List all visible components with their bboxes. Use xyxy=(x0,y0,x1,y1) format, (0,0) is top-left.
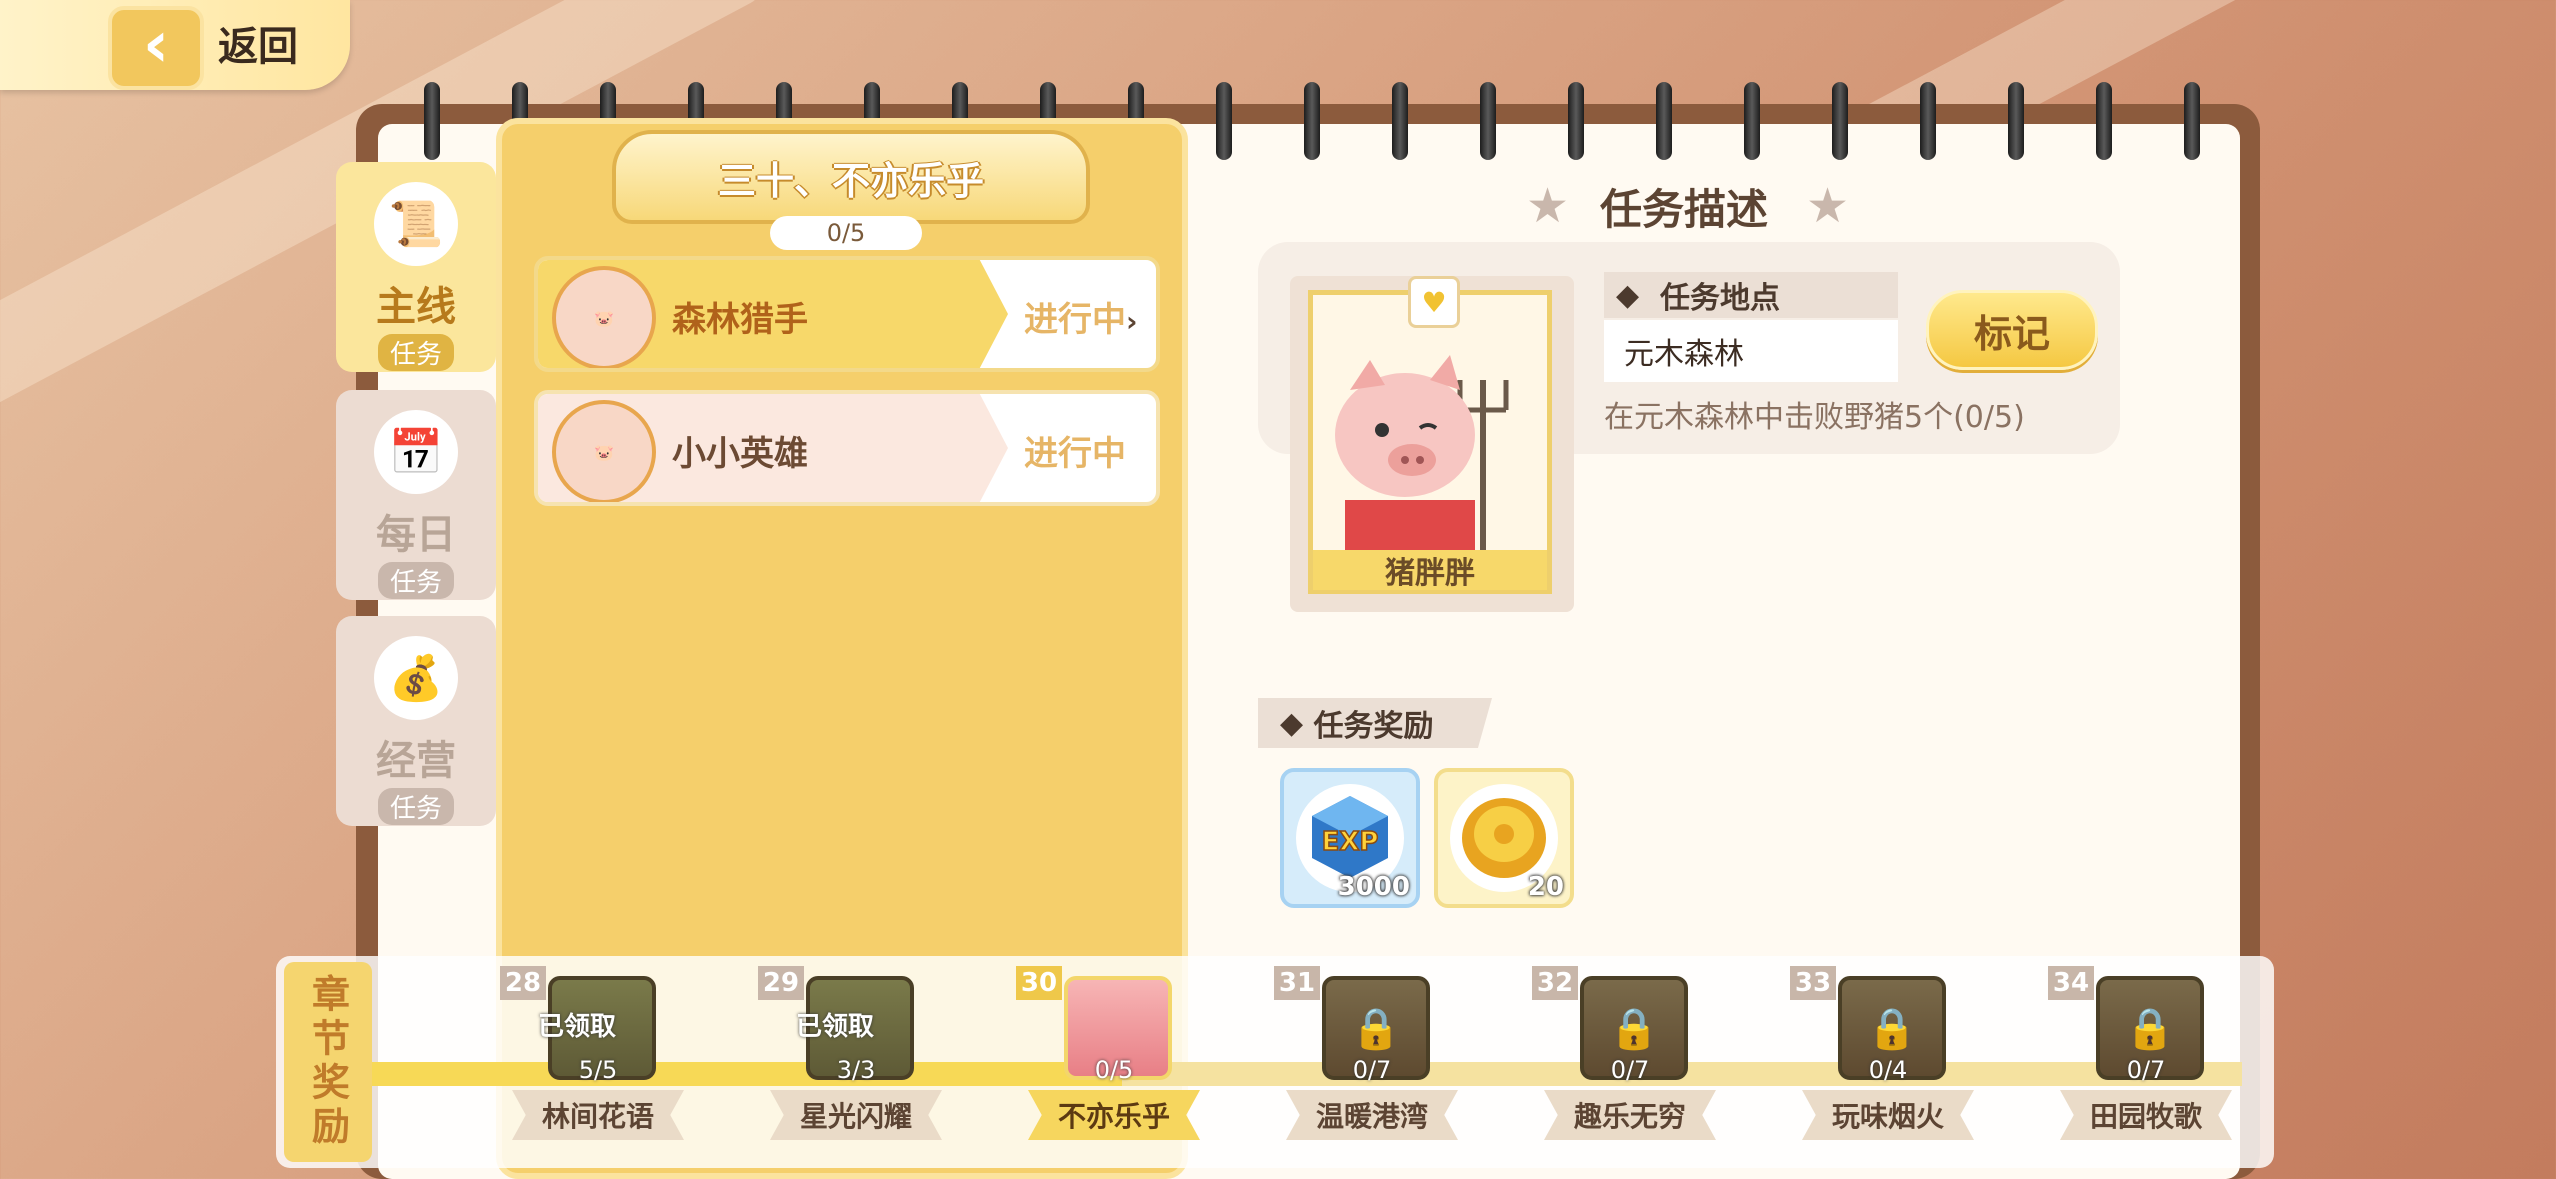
mark-button[interactable]: 标记 xyxy=(1926,290,2098,370)
tab-title: 经营 xyxy=(376,738,456,784)
tab-sub: 任务 xyxy=(377,562,454,599)
chapter-title: 三十、不亦乐乎 xyxy=(612,130,1090,224)
pig-farmer-icon xyxy=(1335,355,1509,550)
chapter-name: 玩味烟火 xyxy=(1802,1090,1974,1140)
reward-gold[interactable]: 20 xyxy=(1434,768,1574,908)
scroll-star-icon: 📜 xyxy=(374,182,458,266)
chapter-reward-item[interactable]: 31 🔒 0/7 温暖港湾 xyxy=(1274,966,1478,1166)
binder-ring xyxy=(1832,82,1848,160)
chapter-reward-item[interactable]: 28 已领取 5/5 林间花语 xyxy=(500,966,704,1166)
quest-name: 森林猎手 xyxy=(672,300,808,340)
reward-exp[interactable]: EXP 3000 xyxy=(1280,768,1420,908)
location-header: ◆ 任务地点 xyxy=(1604,272,1898,318)
heart-icon: ♥ xyxy=(1408,276,1460,328)
claimed-label: 已领取 xyxy=(796,1012,875,1042)
chapter-name: 林间花语 xyxy=(512,1090,684,1140)
detail-title: 任务描述 xyxy=(1600,185,1769,234)
chapter-number: 29 xyxy=(758,966,804,1000)
lock-icon: 🔒 xyxy=(1351,1005,1401,1052)
chapter-reward-item[interactable]: 32 🔒 0/7 趣乐无穷 xyxy=(1532,966,1736,1166)
binder-ring xyxy=(1480,82,1496,160)
binder-ring xyxy=(1568,82,1584,160)
lock-icon: 🔒 xyxy=(1609,1005,1659,1052)
chapter-number: 34 xyxy=(2048,966,2094,1000)
pig-avatar-icon: 🐷 xyxy=(552,400,656,502)
chapter-progress: 3/3 xyxy=(836,1056,876,1084)
back-label: 返回 xyxy=(218,24,298,70)
binder-ring xyxy=(2096,82,2112,160)
chapter-name: 田园牧歌 xyxy=(2060,1090,2232,1140)
chapter-reward-item[interactable]: 34 🔒 0/7 田园牧歌 xyxy=(2048,966,2252,1166)
chapter-progress: 0/7 xyxy=(1610,1056,1650,1084)
tab-title: 每日 xyxy=(376,512,456,558)
chapter-name: 温暖港湾 xyxy=(1286,1090,1458,1140)
chapter-number: 32 xyxy=(1532,966,1578,1000)
quest-item-little-hero[interactable]: 🐷 小小英雄 进行中 xyxy=(534,390,1160,506)
binder-ring xyxy=(1304,82,1320,160)
quest-description: 在元木森林中击败野猪5个(0/5) xyxy=(1604,400,2025,435)
reward-count: 3000 xyxy=(1337,872,1410,902)
tab-title: 主线 xyxy=(376,284,456,330)
binder-ring xyxy=(1920,82,1936,160)
location-value: 元木森林 xyxy=(1604,320,1898,382)
chapter-progress: 0/7 xyxy=(1352,1056,1392,1084)
chapter-reward-item[interactable]: 33 🔒 0/4 玩味烟火 xyxy=(1790,966,1994,1166)
chapter-progress: 0/5 xyxy=(1094,1056,1134,1084)
chapter-name: 不亦乐乎 xyxy=(1028,1090,1200,1140)
npc-name: 猪胖胖 xyxy=(1313,550,1547,591)
chapter-progress: 5/5 xyxy=(578,1056,618,1084)
calendar-check-icon: 📅 xyxy=(374,410,458,494)
binder-ring xyxy=(1216,82,1232,160)
reward-count: 20 xyxy=(1527,872,1564,902)
chapter-number: 30 xyxy=(1016,966,1062,1000)
chapter-number: 33 xyxy=(1790,966,1836,1000)
binder-ring xyxy=(1744,82,1760,160)
chapter-progress: 0/7 xyxy=(2126,1056,2166,1084)
chapter-progress: 0/4 xyxy=(1868,1056,1908,1084)
tab-main-quest[interactable]: 📜 主线 任务 xyxy=(336,162,496,372)
binder-ring xyxy=(2184,82,2200,160)
back-button[interactable]: ‹ 返回 xyxy=(0,0,350,90)
pig-avatar-icon: 🐷 xyxy=(552,266,656,368)
quest-status: 进行中› xyxy=(1024,300,1138,340)
star-icon: ★ xyxy=(1806,178,1850,234)
binder-ring xyxy=(1656,82,1672,160)
tab-daily-quest[interactable]: 📅 每日 任务 xyxy=(336,390,496,600)
reward-header: ◆ 任务奖励 xyxy=(1258,698,1492,748)
lock-icon: 🔒 xyxy=(2125,1005,2175,1052)
binder-ring xyxy=(424,82,440,160)
chapter-name: 星光闪耀 xyxy=(770,1090,942,1140)
chapter-track-fill xyxy=(372,1062,1122,1086)
quest-status: 进行中 xyxy=(1024,434,1126,474)
money-bag-icon: 💰 xyxy=(374,636,458,720)
lock-icon: 🔒 xyxy=(1867,1005,1917,1052)
chapter-progress: 0/5 xyxy=(770,216,922,250)
quest-item-forest-hunter[interactable]: 🐷 森林猎手 进行中› xyxy=(534,256,1160,372)
chapter-number: 31 xyxy=(1274,966,1320,1000)
claimed-label: 已领取 xyxy=(538,1012,617,1042)
chapter-reward-label: 章节奖励 xyxy=(284,962,372,1162)
tab-sub: 任务 xyxy=(377,334,454,371)
chapter-name: 趣乐无穷 xyxy=(1544,1090,1716,1140)
tab-sub: 任务 xyxy=(377,788,454,825)
chapter-number: 28 xyxy=(500,966,546,1000)
chapter-reward-item[interactable]: 29 已领取 3/3 星光闪耀 xyxy=(758,966,962,1166)
back-arrow-icon: ‹ xyxy=(108,6,204,90)
quest-name: 小小英雄 xyxy=(672,434,808,474)
tab-business-quest[interactable]: 💰 经营 任务 xyxy=(336,616,496,826)
svg-text:EXP: EXP xyxy=(1322,827,1379,857)
binder-ring xyxy=(2008,82,2024,160)
binder-ring xyxy=(1392,82,1408,160)
star-icon: ★ xyxy=(1526,178,1570,234)
chapter-reward-item[interactable]: 30 0/5 不亦乐乎 xyxy=(1016,966,1220,1166)
